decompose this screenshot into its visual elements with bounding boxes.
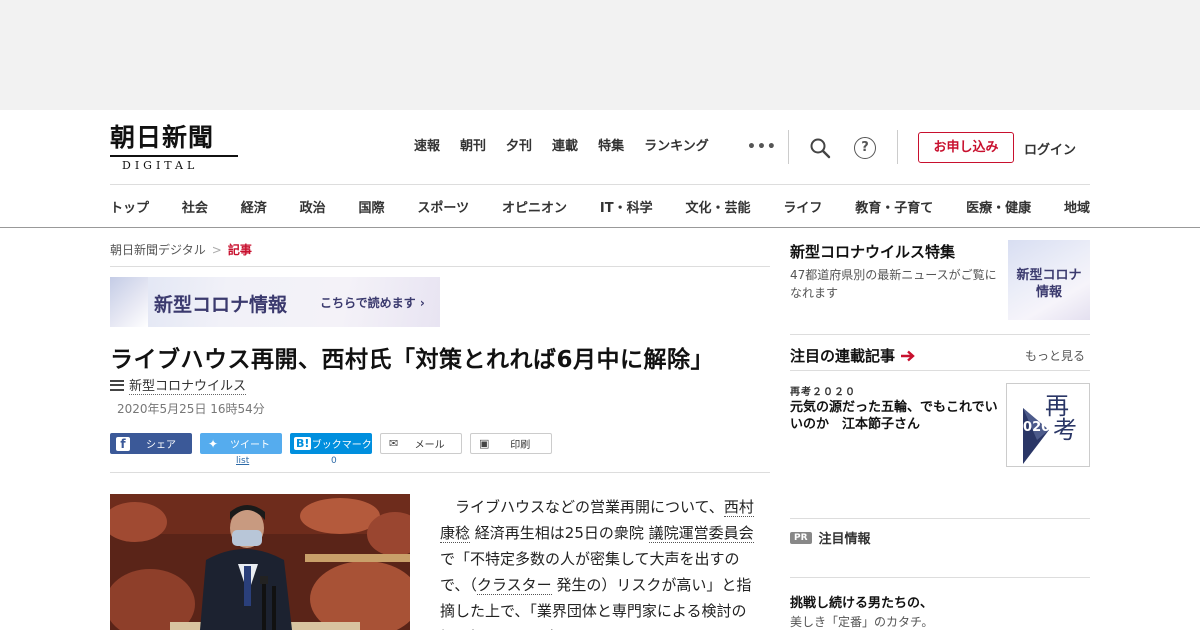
- facebook-share-button[interactable]: f シェア: [110, 433, 192, 454]
- category-top[interactable]: トップ: [110, 197, 149, 216]
- category-it-science[interactable]: IT・科学: [600, 197, 653, 216]
- divider: [790, 518, 1090, 519]
- divider: [790, 370, 1090, 371]
- article-headline: ライブハウス再開、西村氏「対策とれれば6月中に解除」: [110, 347, 715, 373]
- facebook-share-label: シェア: [146, 440, 176, 451]
- category-nav: トップ 社会 経済 政治 国際 スポーツ オピニオン IT・科学 文化・芸能 ラ…: [110, 184, 1090, 228]
- mail-share-button[interactable]: ✉ メール: [380, 433, 462, 454]
- arrow-right-icon: [901, 350, 915, 361]
- hatena-icon: B!: [294, 437, 312, 450]
- topnav-rensai[interactable]: 連載: [552, 138, 578, 156]
- mail-share-label: メール: [414, 440, 445, 451]
- list-icon: [110, 379, 124, 391]
- breadcrumb: 朝日新聞デジタル > 記事: [110, 241, 252, 258]
- article-body: ライブハウスなどの営業再開について、西村康稔 経済再生相は25日の衆院 議院運営…: [440, 494, 760, 630]
- pr-article-subtitle: 美しき「定番」のカタチ。: [790, 615, 934, 629]
- facebook-icon: f: [116, 436, 130, 451]
- topnav-yukan[interactable]: 夕刊: [506, 138, 532, 156]
- serial-heading: 注目の連載記事: [790, 345, 916, 366]
- asahi-logo[interactable]: 朝日新聞 DIGITAL: [110, 123, 242, 172]
- committee-link[interactable]: 議院運営委員会: [648, 524, 754, 543]
- topnav-ranking[interactable]: ランキング: [644, 138, 709, 156]
- article-photo[interactable]: [110, 494, 410, 630]
- more-menu-icon[interactable]: •••: [747, 139, 777, 155]
- article-tag-label: 新型コロナウイルス: [129, 375, 247, 395]
- banner-link: こちらで読めます ›: [320, 294, 425, 311]
- category-sports[interactable]: スポーツ: [417, 197, 469, 216]
- top-nav: 速報 朝刊 夕刊 連載 特集 ランキング: [414, 138, 729, 156]
- serial-thumbnail[interactable]: 再 考 2020: [1006, 383, 1090, 467]
- corona-feature-title[interactable]: 新型コロナウイルス特集: [790, 241, 955, 262]
- category-health[interactable]: 医療・健康: [966, 197, 1031, 216]
- twitter-share-label: ツイート: [230, 440, 271, 451]
- corona-info-banner[interactable]: 新型コロナ情報 こちらで読めます ›: [110, 277, 440, 327]
- twitter-count[interactable]: list: [236, 456, 249, 466]
- pr-section-heading: PR 注目情報: [790, 528, 871, 547]
- category-region[interactable]: 地域: [1064, 197, 1090, 216]
- category-culture[interactable]: 文化・芸能: [685, 197, 750, 216]
- site-header: 朝日新聞 DIGITAL 速報 朝刊 夕刊 連載 特集 ランキング ••• ? …: [0, 110, 1200, 228]
- pr-article-title[interactable]: 挑戦し続ける男たちの、: [790, 592, 933, 611]
- category-opinion[interactable]: オピニオン: [502, 197, 567, 216]
- breadcrumb-current: 記事: [227, 243, 252, 257]
- category-politics[interactable]: 政治: [300, 197, 326, 216]
- serial-thumb-char-2: 考: [1053, 416, 1077, 444]
- category-society[interactable]: 社会: [182, 197, 208, 216]
- category-education[interactable]: 教育・子育て: [855, 197, 933, 216]
- print-button[interactable]: ▣ 印刷: [470, 433, 552, 454]
- banner-title: 新型コロナ情報: [154, 294, 288, 316]
- divider: [110, 266, 770, 267]
- more-link[interactable]: もっと見る: [1025, 347, 1085, 364]
- corona-feature-description: 47都道府県別の最新ニュースがご覧になれます: [790, 268, 997, 300]
- body-text-1: ライブハウスなどの営業再開について、: [455, 498, 724, 516]
- twitter-icon: ✦: [208, 436, 219, 451]
- print-icon: ▣: [479, 437, 490, 450]
- topnav-tokushu[interactable]: 特集: [598, 138, 624, 156]
- divider: [790, 577, 1090, 578]
- login-link[interactable]: ログイン: [1024, 139, 1076, 158]
- breadcrumb-separator: >: [211, 243, 222, 257]
- hatena-bookmark-button[interactable]: B! ブックマーク: [290, 433, 372, 454]
- divider: [790, 334, 1090, 335]
- mail-icon: ✉: [389, 437, 399, 450]
- twitter-share-button[interactable]: ✦ ツイート: [200, 433, 282, 454]
- corona-thumbnail-text: 新型コロナ 情報: [1016, 268, 1082, 300]
- banner-link-text: こちらで読めます: [320, 296, 416, 310]
- logo-subtitle: DIGITAL: [122, 159, 199, 172]
- print-label: 印刷: [510, 440, 531, 451]
- divider: [788, 130, 789, 164]
- divider: [110, 472, 770, 473]
- category-international[interactable]: 国際: [359, 197, 385, 216]
- topnav-choukan[interactable]: 朝刊: [460, 138, 486, 156]
- topnav-sokuho[interactable]: 速報: [414, 138, 440, 156]
- logo-divider: [110, 155, 238, 157]
- article-date: 2020年5月25日 16時54分: [117, 402, 265, 416]
- ad-banner-area: [0, 0, 1200, 110]
- logo-title: 朝日新聞: [110, 123, 215, 152]
- serial-heading-label: 注目の連載記事: [790, 347, 896, 365]
- serial-article-link[interactable]: 元気の源だった五輪、でもこれでいいのか 江本節子さん: [790, 399, 1002, 433]
- category-life[interactable]: ライフ: [783, 197, 822, 216]
- serial-kicker: 再考２０２０: [790, 387, 856, 398]
- article-tag[interactable]: 新型コロナウイルス: [110, 375, 247, 395]
- cluster-link[interactable]: クラスター: [476, 576, 552, 595]
- divider: [897, 130, 898, 164]
- pr-label: 注目情報: [818, 532, 871, 547]
- serial-thumb-year: 2020: [1014, 420, 1051, 435]
- search-icon[interactable]: [808, 136, 832, 160]
- breadcrumb-home[interactable]: 朝日新聞デジタル: [110, 243, 206, 257]
- help-icon[interactable]: ?: [854, 137, 876, 159]
- banner-decoration: [110, 277, 148, 327]
- hatena-count: 0: [331, 456, 337, 466]
- hatena-bookmark-label: ブックマーク: [311, 440, 372, 451]
- pr-badge: PR: [790, 531, 812, 544]
- body-text-2: 経済再生相は25日の衆院: [470, 524, 649, 542]
- corona-feature-thumbnail[interactable]: 新型コロナ 情報: [1008, 240, 1090, 320]
- chevron-right-icon: ›: [419, 296, 425, 310]
- signup-button[interactable]: お申し込み: [918, 132, 1014, 163]
- category-economy[interactable]: 経済: [241, 197, 267, 216]
